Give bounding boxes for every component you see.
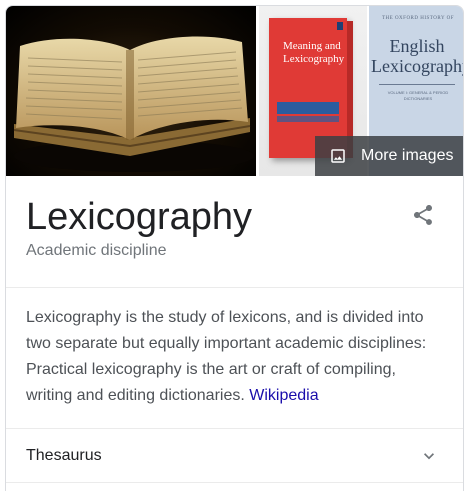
open-book-illustration bbox=[13, 36, 254, 172]
description-text: Lexicography is the study of lexicons, a… bbox=[26, 309, 427, 404]
description: Lexicography is the study of lexicons, a… bbox=[6, 288, 463, 429]
page-title: Lexicography bbox=[26, 196, 253, 238]
book-tag bbox=[337, 22, 343, 30]
chevron-down-icon bbox=[424, 453, 434, 460]
related-item-label: Thesaurus bbox=[26, 446, 102, 464]
book2-title: English Lexicography bbox=[371, 36, 464, 76]
wikipedia-link[interactable]: Wikipedia bbox=[249, 387, 318, 404]
more-images-button[interactable]: More images bbox=[315, 136, 463, 176]
book2-rule bbox=[379, 84, 455, 85]
image-strip: Meaning and Lexicography THE OXFORD HIST… bbox=[6, 6, 463, 176]
book2-subtitle: VOLUME I: GENERAL & PERIOD DICTIONARIES bbox=[387, 90, 449, 101]
knowledge-panel: Meaning and Lexicography THE OXFORD HIST… bbox=[5, 5, 464, 491]
book1-title: Meaning and Lexicography bbox=[283, 40, 345, 65]
image-icon bbox=[331, 149, 345, 163]
panel-header: Lexicography Academic discipline bbox=[6, 176, 463, 288]
share-icon[interactable] bbox=[411, 203, 435, 227]
book2-header: THE OXFORD HISTORY OF bbox=[381, 16, 455, 21]
book-band-2 bbox=[277, 116, 339, 122]
entity-type: Academic discipline bbox=[26, 242, 167, 259]
related-item-thesaurus[interactable]: Thesaurus bbox=[6, 429, 463, 483]
book-band bbox=[277, 102, 339, 114]
image-open-book[interactable] bbox=[6, 6, 256, 176]
more-images-label: More images bbox=[361, 147, 454, 164]
